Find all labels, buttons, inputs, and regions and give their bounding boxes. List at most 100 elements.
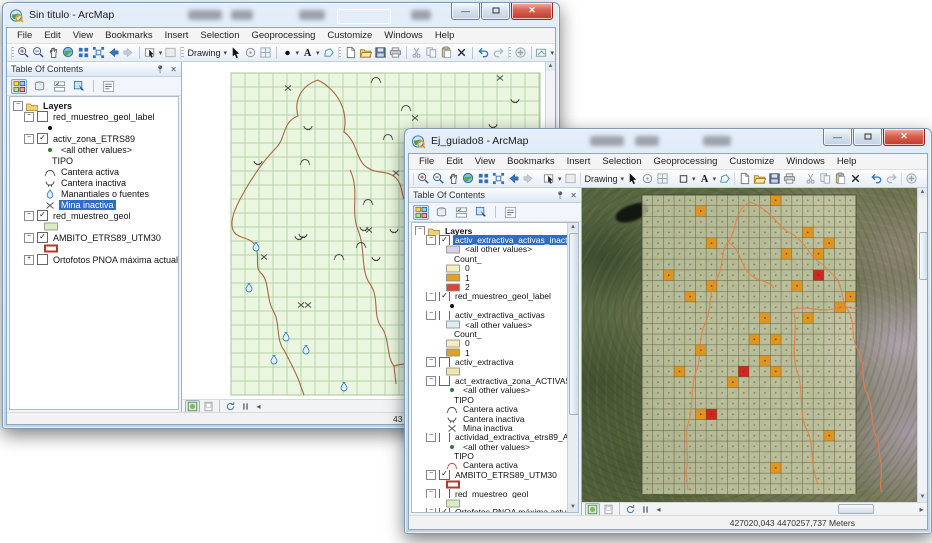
titlebar-front[interactable]: Ej_guiado8 - ArcMap — ✕ <box>405 128 931 153</box>
menu-view[interactable]: View <box>469 155 501 168</box>
toc-layer-actividad_extractiva_etrs89_ACTIVAS[interactable]: − actividad_extractiva_etrs89_ACTIVAS <box>412 432 568 442</box>
toc-legend-item[interactable]: 0 <box>412 264 568 273</box>
menu-view[interactable]: View <box>67 29 99 42</box>
fixed-zoom-out-icon[interactable] <box>92 46 105 60</box>
menu-selection[interactable]: Selection <box>194 29 245 42</box>
frame-icon[interactable] <box>164 46 177 60</box>
layer-label[interactable]: AMBITO_ETRS89_UTM30 <box>453 470 559 479</box>
layer-visibility-checkbox[interactable]: ✓ <box>439 235 450 245</box>
menu-customize[interactable]: Customize <box>321 29 378 42</box>
expander-icon[interactable]: − <box>426 357 436 367</box>
scroll-down-arrow[interactable]: ▼ <box>918 493 927 502</box>
toc-layer-Ortofotos PNOA máxima actualidad[interactable]: + Ortofotos PNOA máxima actualidad <box>10 254 178 265</box>
menu-geoprocessing[interactable]: Geoprocessing <box>245 29 321 42</box>
menu-edit[interactable]: Edit <box>440 155 468 168</box>
expander-icon[interactable]: − <box>24 133 34 144</box>
toc-header[interactable]: Table Of Contents 📍︎ ✕ <box>7 62 181 77</box>
maximize-button[interactable] <box>853 128 882 146</box>
layer-visibility-checkbox[interactable] <box>37 254 48 265</box>
layer-visibility-checkbox[interactable] <box>37 111 48 122</box>
expander-icon[interactable]: − <box>426 488 436 499</box>
menu-file[interactable]: File <box>11 29 38 42</box>
toolbar-grip[interactable] <box>579 172 581 185</box>
dropdown-caret-icon[interactable]: ▾ <box>295 49 301 57</box>
list-by-visibility-icon[interactable] <box>453 205 469 220</box>
expander-icon[interactable]: − <box>13 100 23 111</box>
menu-windows[interactable]: Windows <box>780 155 831 168</box>
scroll-up-arrow[interactable]: ▲ <box>546 62 555 71</box>
toolbar-grip[interactable] <box>734 172 736 185</box>
menu-bookmarks[interactable]: Bookmarks <box>99 29 159 42</box>
toc-legend-item[interactable] <box>10 221 178 232</box>
toc-legend-item[interactable]: 2 <box>412 282 568 292</box>
layer-visibility-checkbox[interactable]: ✓ <box>37 232 48 243</box>
cut-icon[interactable] <box>410 46 423 60</box>
toc-legend-item[interactable]: TIPO <box>412 451 568 460</box>
list-by-selection-icon[interactable] <box>473 205 489 220</box>
minimize-button[interactable]: — <box>823 128 852 146</box>
pan-icon[interactable] <box>47 46 60 60</box>
pin-icon[interactable]: 📍︎ <box>155 65 165 74</box>
toc-legend-item[interactable]: Mina inactiva <box>412 423 568 433</box>
maximize-button[interactable] <box>481 2 510 20</box>
dropdown-caret-icon[interactable]: ▾ <box>620 175 626 183</box>
layer-visibility-checkbox[interactable]: ✓ <box>439 507 450 512</box>
polygon-tool-icon[interactable] <box>718 172 731 186</box>
toc-legend-item[interactable]: Manantiales o fuentes <box>10 188 178 199</box>
menu-file[interactable]: File <box>413 155 440 168</box>
list-by-source-icon[interactable] <box>433 205 449 220</box>
save-icon[interactable] <box>374 46 387 60</box>
layer-visibility-checkbox[interactable]: ✓ <box>439 470 450 480</box>
toc-scrollbar[interactable]: ▲ ▼ <box>567 223 578 512</box>
list-by-visibility-icon[interactable] <box>51 79 67 94</box>
toc-legend-item[interactable]: Cantera activa <box>10 166 178 177</box>
layer-label[interactable]: activ_zona_ETRS89 <box>51 134 137 144</box>
dropdown-caret-icon[interactable]: ▾ <box>223 49 229 57</box>
toc-legend-item[interactable] <box>412 301 568 310</box>
layer-visibility-checkbox[interactable]: ✓ <box>37 210 48 221</box>
scroll-right-arrow[interactable]: ▸ <box>916 505 927 514</box>
toc-legend-item[interactable]: Cantera inactiva <box>412 414 568 423</box>
options-icon[interactable] <box>100 79 116 94</box>
menu-bookmarks[interactable]: Bookmarks <box>501 155 561 168</box>
layer-label[interactable]: activ_extractiva_activas <box>453 311 547 320</box>
delete-x-icon[interactable] <box>849 172 862 186</box>
dropdown-caret-icon[interactable]: ▾ <box>557 175 563 183</box>
dropdown-caret-icon[interactable]: ▾ <box>158 49 164 57</box>
scroll-left-arrow[interactable]: ◂ <box>253 402 264 411</box>
redo-icon[interactable] <box>492 46 505 60</box>
cut-icon[interactable] <box>804 172 817 186</box>
toc-legend-item[interactable]: 1 <box>412 348 568 357</box>
zoom-out-icon[interactable] <box>432 172 445 186</box>
toolbar-grip[interactable] <box>901 172 903 185</box>
toc-layer-red_muestreo_geol_label[interactable]: − red_muestreo_geol_label <box>10 111 178 122</box>
layer-label[interactable]: actividad_extractiva_etrs89_ACTIVAS <box>453 433 568 442</box>
pointer-icon[interactable] <box>626 172 639 186</box>
expander-icon[interactable]: − <box>426 376 436 386</box>
copy-icon[interactable] <box>425 46 438 60</box>
undo-icon[interactable] <box>477 46 490 60</box>
toc-header[interactable]: Table Of Contents 📍︎ ✕ <box>409 188 581 203</box>
toc-layer-act_extractiva_zona_ACTIVAS_INACTIVAS[interactable]: − act_extractiva_zona_ACTIVAS_INACTIVAS <box>412 376 568 386</box>
toc-legend-item[interactable] <box>412 367 568 376</box>
toc-layer-activ_extractiva_activas_inactivas[interactable]: −✓activ_extractiva_activas_inactivas <box>412 235 568 245</box>
toc-legend-item[interactable] <box>10 122 178 133</box>
dropdown-caret-icon[interactable]: ▾ <box>691 175 697 183</box>
toolbar-grip[interactable] <box>180 46 184 59</box>
layer-label[interactable]: act_extractiva_zona_ACTIVAS_INACTIVAS <box>453 376 568 385</box>
forward-arrow-icon[interactable] <box>122 46 135 60</box>
expander-icon[interactable]: + <box>24 254 34 265</box>
expander-icon[interactable]: − <box>415 226 425 236</box>
toc-legend-item[interactable]: <all other values> <box>412 320 568 329</box>
expander-icon[interactable]: − <box>24 111 34 122</box>
pause-icon[interactable] <box>639 504 652 515</box>
toc-legend-item[interactable]: <all other values> <box>412 386 568 395</box>
paste-icon[interactable] <box>834 172 847 186</box>
layer-label[interactable]: AMBITO_ETRS89_UTM30 <box>51 233 163 243</box>
text-A-icon[interactable]: A <box>301 46 314 60</box>
menu-customize[interactable]: Customize <box>723 155 780 168</box>
toc-legend-item[interactable]: <all other values> <box>412 245 568 254</box>
menu-geoprocessing[interactable]: Geoprocessing <box>647 155 723 168</box>
expander-icon[interactable]: − <box>426 235 436 245</box>
toolbar-grip[interactable] <box>11 46 15 59</box>
